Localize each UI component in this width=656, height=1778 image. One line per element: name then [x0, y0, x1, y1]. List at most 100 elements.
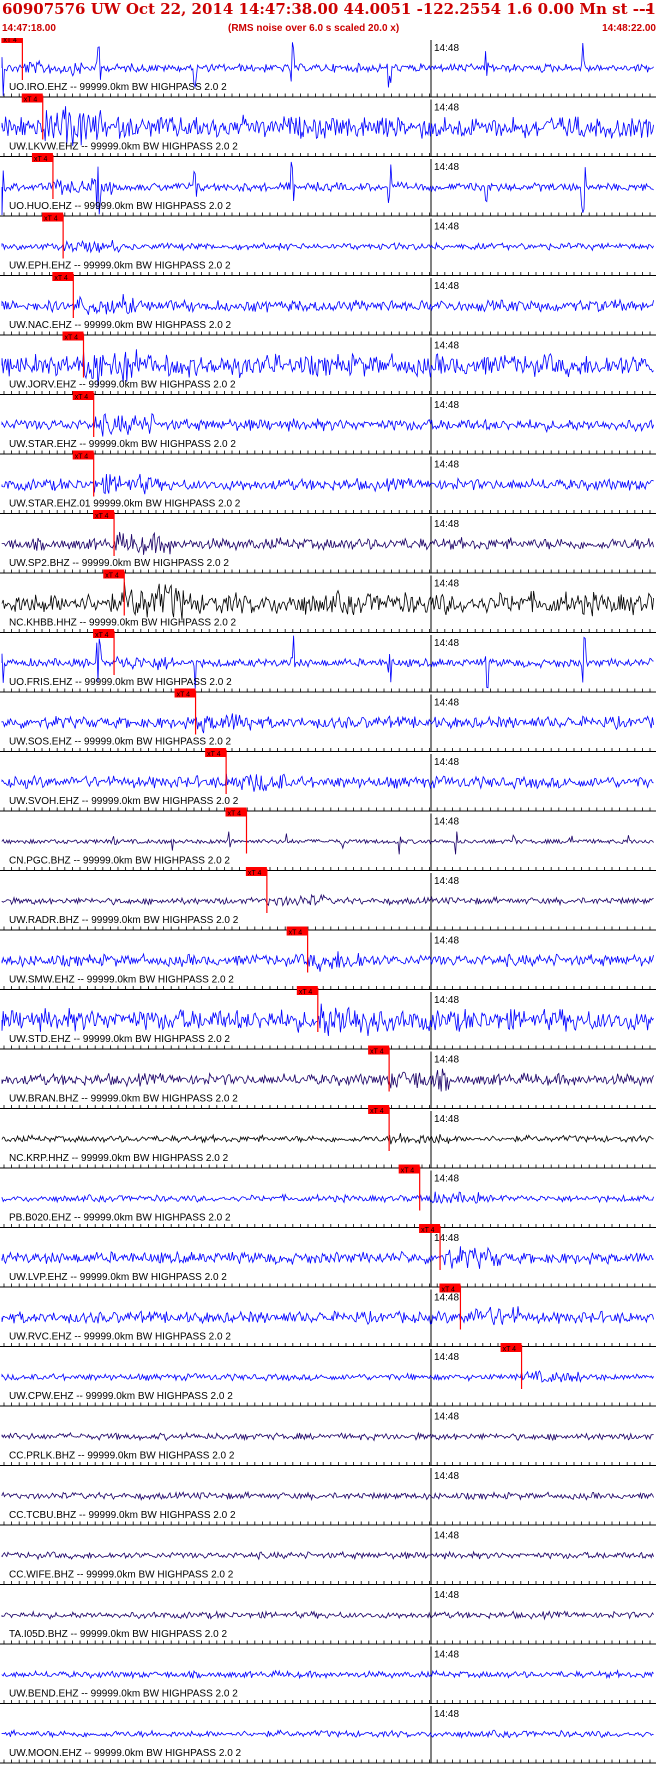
trace-label: UW.SP2.BHZ -- 99999.0km BW HIGHPASS 2.0 …: [9, 558, 229, 569]
tick-label: 14:48: [434, 1233, 459, 1244]
pick-label: xT 4: [441, 1287, 455, 1294]
window-end-time: 14:48:22.00: [602, 23, 656, 34]
trace-row: 14:48 UW.STAR.EHZ.01 99999.0km BW HIGHPAS…: [0, 450, 656, 514]
waveform-trace: [1, 582, 654, 621]
waveform-trace: [1, 239, 654, 254]
trace-row: 14:48 UW.RADR.BHZ -- 99999.0km BW HIGHPAS…: [0, 867, 656, 931]
trace-label: UO.IRO.EHZ -- 99999.0km BW HIGHPASS 2.0 …: [9, 82, 227, 93]
pick-label: xT 4: [177, 692, 191, 699]
trace-row: 14:48 NC.KRP.HHZ -- 99999.0km BW HIGHPASS…: [0, 1105, 656, 1169]
trace-label: UW.LVP.EHZ -- 99999.0km BW HIGHPASS 2.0 …: [9, 1272, 227, 1283]
plot-header: 60907576 UW Oct 22, 2014 14:47:38.00 44.…: [0, 0, 656, 40]
tick-label: 14:48: [434, 698, 459, 709]
tick-label: 14:48: [434, 1293, 459, 1304]
trace-row: 14:48 UO.IRO.EHZ -- 99999.0km BW HIGHPASS…: [0, 38, 656, 98]
pick-label: xT 4: [3, 38, 17, 44]
waveform-trace: [1, 1306, 654, 1326]
waveform-trace: [1, 1068, 654, 1092]
pick-label: xT 4: [54, 275, 68, 282]
trace-label: UW.MOON.EHZ -- 99999.0km BW HIGHPASS 2.0…: [9, 1748, 242, 1759]
pick-label: xT 4: [503, 1346, 517, 1353]
tick-label: 14:48: [434, 876, 459, 887]
seismogram-page: 60907576 UW Oct 22, 2014 14:47:38.00 44.…: [0, 0, 656, 1778]
trace-label: CN.PGC.BHZ -- 99999.0km BW HIGHPASS 2.0 …: [9, 856, 230, 867]
tick-label: 14:48: [434, 103, 459, 114]
tick-label: 14:48: [434, 817, 459, 828]
trace-row: 14:48 CC.PRLK.BHZ -- 99999.0km BW HIGHPAS…: [0, 1408, 656, 1466]
waveform-trace: [1, 1191, 654, 1205]
trace-label: NC.KHBB.HHZ -- 99999.0km BW HIGHPASS 2.0…: [9, 618, 237, 629]
trace-row: 14:48 UW.RVC.EHZ -- 99999.0km BW HIGHPASS…: [0, 1283, 656, 1347]
waveform-trace: [1, 1490, 654, 1502]
tick-label: 14:48: [434, 341, 459, 352]
tick-label: 14:48: [434, 1174, 459, 1185]
trace-label: UW.RADR.BHZ -- 99999.0km BW HIGHPASS 2.0…: [9, 915, 239, 926]
pick-label: xT 4: [248, 870, 262, 877]
tick-label: 14:48: [434, 757, 459, 768]
trace-label: NC.KRP.HHZ -- 99999.0km BW HIGHPASS 2.0 …: [9, 1153, 229, 1164]
trace-label: UW.SMW.EHZ -- 99999.0km BW HIGHPASS 2.0 …: [9, 975, 234, 986]
waveform-trace: [1, 412, 654, 437]
tick-label: 14:48: [434, 162, 459, 173]
trace-row: 14:48 CN.PGC.BHZ -- 99999.0km BW HIGHPASS…: [0, 807, 656, 871]
trace-label: TA.I05D.BHZ -- 99999.0km BW HIGHPASS 2.0…: [9, 1629, 227, 1640]
tick-label: 14:48: [434, 1590, 459, 1601]
trace-row: 14:48 UW.STAR.EHZ -- 99999.0km BW HIGHPAS…: [0, 391, 656, 455]
trace-label: UW.STD.EHZ -- 99999.0km BW HIGHPASS 2.0 …: [9, 1034, 230, 1045]
waveform-trace: [1, 531, 654, 555]
trace-row: 14:48 CC.TCBU.BHZ -- 99999.0km BW HIGHPAS…: [0, 1468, 656, 1526]
waveform-trace: [1, 713, 654, 734]
trace-row: 14:48 UW.CPW.EHZ -- 99999.0km BW HIGHPASS…: [0, 1343, 656, 1407]
waveform-trace: [1, 1246, 654, 1269]
tick-label: 14:48: [434, 1114, 459, 1125]
pick-label: xT 4: [370, 1049, 384, 1056]
pick-label: xT 4: [75, 394, 89, 401]
trace-row: 14:48 UO.HUO.EHZ -- 99999.0km BW HIGHPASS…: [0, 153, 656, 217]
trace-row: 14:48 UW.SVOH.EHZ -- 99999.0km BW HIGHPAS…: [0, 748, 656, 812]
trace-row: 14:48 UW.BRAN.BHZ -- 99999.0km BW HIGHPAS…: [0, 1045, 656, 1109]
tick-label: 14:48: [434, 936, 459, 947]
pick-label: xT 4: [75, 454, 89, 461]
pick-label: xT 4: [95, 632, 109, 639]
tick-label: 14:48: [434, 519, 459, 530]
tick-label: 14:48: [434, 281, 459, 292]
tick-label: 14:48: [434, 1055, 459, 1066]
trace-row: 14:48 UW.LKVW.EHZ -- 99999.0km BW HIGHPAS…: [0, 93, 656, 157]
pick-label: xT 4: [44, 216, 58, 223]
tick-label: 14:48: [434, 1709, 459, 1720]
pick-label: xT 4: [105, 573, 119, 580]
trace-label: PB.B020.EHZ -- 99999.0km BW HIGHPASS 2.0…: [9, 1213, 231, 1224]
trace-row: 14:48 UW.EPH.EHZ -- 99999.0km BW HIGHPASS…: [0, 212, 656, 276]
waveform-trace: [1, 293, 654, 315]
trace-label: UW.JORV.EHZ -- 99999.0km BW HIGHPASS 2.0…: [9, 380, 236, 391]
trace-row: 14:48 UW.MOON.EHZ -- 99999.0km BW HIGHPAS…: [0, 1706, 656, 1764]
trace-label: UW.EPH.EHZ -- 99999.0km BW HIGHPASS 2.0 …: [9, 261, 231, 272]
waveform-trace: [1, 106, 654, 146]
waveform-trace: [1, 951, 654, 972]
pick-label: xT 4: [24, 97, 38, 104]
trace-label: UW.STAR.EHZ.01 99999.0km BW HIGHPASS 2.0…: [9, 499, 241, 510]
trace-row: 14:48 UW.BEND.EHZ -- 99999.0km BW HIGHPAS…: [0, 1646, 656, 1704]
pick-label: xT 4: [95, 513, 109, 520]
window-start-time: 14:47:18.00: [2, 23, 56, 34]
seismogram-plot: 14:48 UO.IRO.EHZ -- 99999.0km BW HIGHPASS…: [0, 38, 656, 1764]
trace-row: 14:48 UW.JORV.EHZ -- 99999.0km BW HIGHPAS…: [0, 331, 656, 395]
trace-label: UW.BRAN.BHZ -- 99999.0km BW HIGHPASS 2.0…: [9, 1094, 238, 1105]
waveform-trace: [1, 1610, 654, 1621]
trace-label: UW.LKVW.EHZ -- 99999.0km BW HIGHPASS 2.0…: [9, 142, 238, 153]
scaling-note: (RMS noise over 6.0 s scaled 20.0 x): [228, 23, 400, 34]
trace-row: 14:48 NC.KHBB.HHZ -- 99999.0km BW HIGHPAS…: [0, 569, 656, 633]
trace-row: 14:48 CC.WIFE.BHZ -- 99999.0km BW HIGHPAS…: [0, 1527, 656, 1585]
trace-label: UO.HUO.EHZ -- 99999.0km BW HIGHPASS 2.0 …: [9, 201, 232, 212]
waveform-trace: [1, 1729, 654, 1739]
tick-label: 14:48: [434, 579, 459, 590]
tick-label: 14:48: [434, 1471, 459, 1482]
trace-label: UW.RVC.EHZ -- 99999.0km BW HIGHPASS 2.0 …: [9, 1332, 231, 1343]
trace-label: UW.SVOH.EHZ -- 99999.0km BW HIGHPASS 2.0…: [9, 796, 239, 807]
pick-label: xT 4: [370, 1108, 384, 1115]
tick-label: 14:48: [434, 460, 459, 471]
pick-label: xT 4: [207, 751, 221, 758]
waveform-trace: [1, 773, 654, 792]
pick-label: xT 4: [289, 930, 303, 937]
trace-label: CC.TCBU.BHZ -- 99999.0km BW HIGHPASS 2.0…: [9, 1510, 236, 1521]
